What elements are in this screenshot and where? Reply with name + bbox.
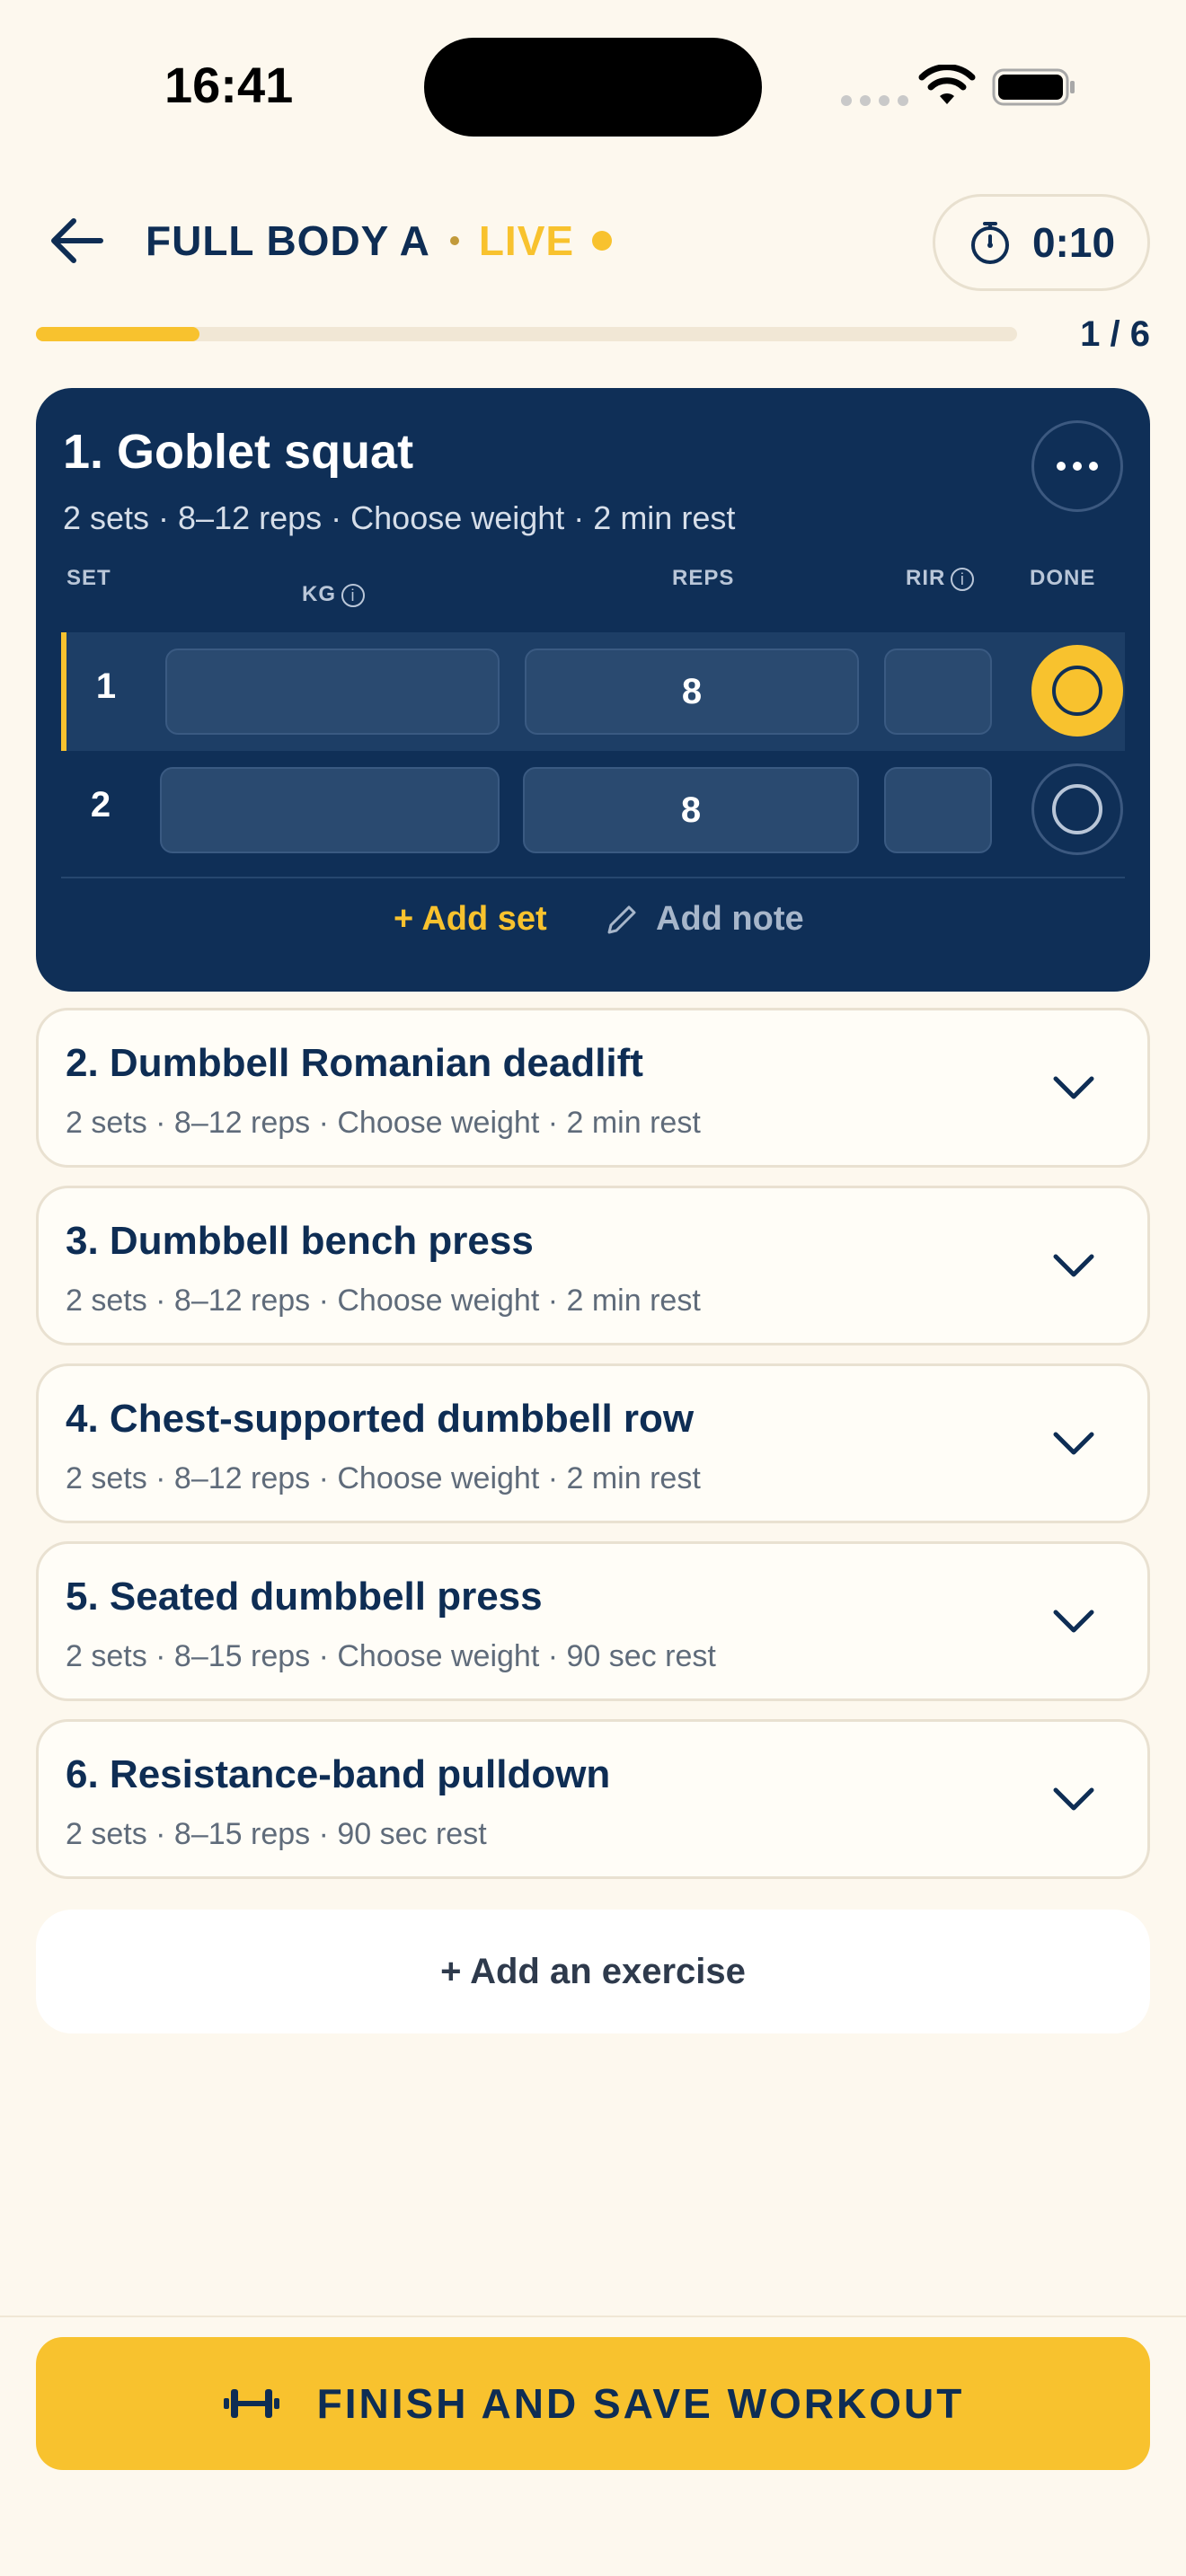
- exercise-title: 2. Dumbbell Romanian deadlift: [66, 1041, 643, 1085]
- add-set-button[interactable]: + Add set: [394, 900, 547, 939]
- live-label: LIVE: [478, 217, 575, 264]
- progress-count: 1 / 6: [1080, 314, 1150, 354]
- chevron-down-icon[interactable]: [1050, 1064, 1097, 1111]
- info-icon[interactable]: i: [951, 567, 975, 591]
- column-reps: REPS: [672, 566, 735, 590]
- kg-input[interactable]: [165, 648, 500, 735]
- rir-input[interactable]: [884, 767, 992, 853]
- set-row: 1 8: [61, 632, 1125, 751]
- exercise-subtitle: 2 sets · 8–12 reps · Choose weight · 2 m…: [63, 499, 736, 536]
- add-note-label: Add note: [656, 900, 804, 938]
- column-set: SET: [66, 566, 111, 590]
- add-note-button[interactable]: Add note: [604, 900, 804, 939]
- exercise-subtitle: 2 sets · 8–15 reps · 90 sec rest: [66, 1817, 487, 1851]
- dumbbell-icon: [223, 2389, 279, 2418]
- workout-progress-fill: [36, 327, 200, 341]
- info-icon[interactable]: i: [341, 583, 365, 607]
- reps-input[interactable]: 8: [525, 648, 859, 735]
- column-done: DONE: [1030, 566, 1096, 590]
- finish-workout-button[interactable]: FINISH AND SAVE WORKOUT: [36, 2337, 1150, 2470]
- exercise-subtitle: 2 sets · 8–12 reps · Choose weight · 2 m…: [66, 1284, 701, 1318]
- exercise-title: 3. Dumbbell bench press: [66, 1219, 534, 1263]
- status-time: 16:41: [164, 57, 294, 113]
- workout-title: FULL BODY A: [146, 217, 430, 264]
- column-rir: RIR i: [906, 566, 975, 591]
- set-number: 1: [95, 666, 117, 706]
- stopwatch-icon: [970, 222, 1009, 264]
- exercise-title: 4. Chest-supported dumbbell row: [66, 1397, 695, 1441]
- active-exercise-card: 1. Goblet squat 2 sets · 8–12 reps · Cho…: [36, 388, 1150, 992]
- column-kg: KG i: [302, 582, 365, 607]
- exercise-title: 5. Seated dumbbell press: [66, 1575, 543, 1619]
- exercise-subtitle: 2 sets · 8–15 reps · Choose weight · 90 …: [66, 1639, 716, 1673]
- workout-header: FULL BODY A LIVE: [146, 216, 613, 266]
- card-divider: [61, 877, 1125, 878]
- separator-dot: [449, 236, 459, 245]
- wifi-icon: [918, 65, 976, 104]
- back-button[interactable]: [43, 212, 108, 269]
- chevron-down-icon[interactable]: [1050, 1776, 1097, 1822]
- set-number: 2: [90, 785, 111, 825]
- kg-input[interactable]: [160, 767, 500, 853]
- more-icon: [1057, 462, 1066, 471]
- exercise-title: 6. Resistance-band pulldown: [66, 1752, 611, 1796]
- rir-input[interactable]: [884, 648, 992, 735]
- set-row: 2 8: [61, 751, 1125, 869]
- pencil-icon: [607, 905, 636, 933]
- finish-label: FINISH AND SAVE WORKOUT: [316, 2380, 965, 2427]
- chevron-down-icon[interactable]: [1050, 1242, 1097, 1289]
- chevron-down-icon[interactable]: [1050, 1598, 1097, 1645]
- exercise-subtitle: 2 sets · 8–12 reps · Choose weight · 2 m…: [66, 1461, 701, 1495]
- chevron-down-icon[interactable]: [1050, 1420, 1097, 1467]
- battery-icon: [992, 68, 1075, 106]
- exercise-card[interactable]: 4. Chest-supported dumbbell row 2 sets ·…: [36, 1363, 1150, 1523]
- timer-value: 0:10: [1031, 219, 1116, 266]
- set-done-toggle[interactable]: [1031, 645, 1123, 737]
- add-exercise-button[interactable]: + Add an exercise: [36, 1910, 1150, 2033]
- exercise-card[interactable]: 5. Seated dumbbell press 2 sets · 8–15 r…: [36, 1541, 1150, 1701]
- exercise-card[interactable]: 2. Dumbbell Romanian deadlift 2 sets · 8…: [36, 1008, 1150, 1168]
- exercise-card[interactable]: 3. Dumbbell bench press 2 sets · 8–12 re…: [36, 1186, 1150, 1345]
- signal-icon: [841, 95, 908, 106]
- live-indicator-dot: [592, 231, 613, 251]
- exercise-title: 1. Goblet squat: [63, 425, 414, 479]
- exercise-subtitle: 2 sets · 8–12 reps · Choose weight · 2 m…: [66, 1106, 701, 1140]
- reps-input[interactable]: 8: [523, 767, 859, 853]
- bottom-divider: [0, 2316, 1186, 2317]
- workout-timer-button[interactable]: 0:10: [933, 194, 1150, 291]
- back-arrow-icon: [51, 218, 103, 263]
- workout-progress-bar: [36, 327, 1017, 341]
- dynamic-island: [424, 38, 762, 137]
- set-done-toggle[interactable]: [1031, 763, 1123, 855]
- exercise-card[interactable]: 6. Resistance-band pulldown 2 sets · 8–1…: [36, 1719, 1150, 1879]
- more-options-button[interactable]: [1031, 420, 1123, 512]
